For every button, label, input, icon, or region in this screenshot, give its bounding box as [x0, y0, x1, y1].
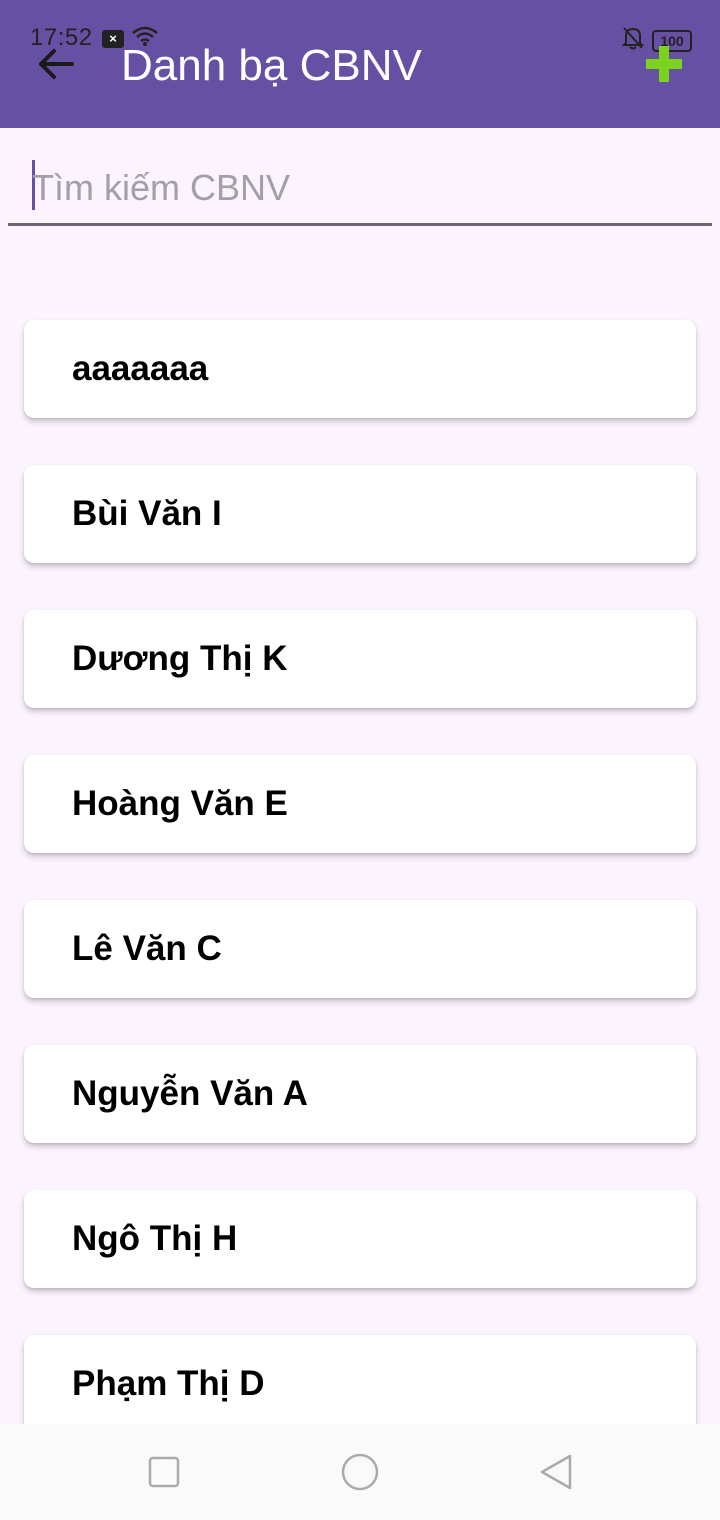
page-title: Danh bạ CBNV [121, 41, 422, 90]
employee-card[interactable]: Phạm Thị D [24, 1335, 696, 1433]
employee-name: Phạm Thị D [72, 1364, 265, 1403]
back-button[interactable] [34, 42, 78, 86]
employee-name: Bùi Văn I [72, 494, 222, 533]
employee-card[interactable]: Hoàng Văn E [24, 755, 696, 853]
employee-card[interactable]: aaaaaaa [24, 320, 696, 418]
employee-list: aaaaaaa Bùi Văn I Dương Thị K Hoàng Văn … [24, 320, 696, 1480]
recent-apps-button[interactable] [144, 1452, 184, 1492]
home-button[interactable] [340, 1452, 380, 1492]
employee-name: Hoàng Văn E [72, 784, 288, 823]
system-nav-bar [0, 1424, 720, 1520]
employee-card[interactable]: Nguyễn Văn A [24, 1045, 696, 1143]
nav-back-button[interactable] [536, 1452, 576, 1492]
employee-card[interactable]: Dương Thị K [24, 610, 696, 708]
employee-name: Dương Thị K [72, 639, 288, 678]
employee-name: aaaaaaa [72, 349, 209, 388]
back-triangle-icon [540, 1454, 572, 1490]
arrow-left-icon [39, 49, 74, 79]
employee-card[interactable]: Lê Văn C [24, 900, 696, 998]
plus-icon [646, 46, 682, 82]
employee-name: Ngô Thị H [72, 1219, 238, 1258]
recent-apps-icon [148, 1456, 180, 1488]
search-field [8, 150, 712, 226]
employee-card[interactable]: Bùi Văn I [24, 465, 696, 563]
home-icon [341, 1453, 379, 1491]
search-input[interactable] [32, 162, 692, 214]
app-bar: 17:52 × 100 Danh bạ CBNV [0, 0, 720, 128]
employee-name: Nguyễn Văn A [72, 1074, 308, 1113]
employee-name: Lê Văn C [72, 929, 222, 968]
employee-card[interactable]: Ngô Thị H [24, 1190, 696, 1288]
add-employee-button[interactable] [640, 40, 688, 88]
